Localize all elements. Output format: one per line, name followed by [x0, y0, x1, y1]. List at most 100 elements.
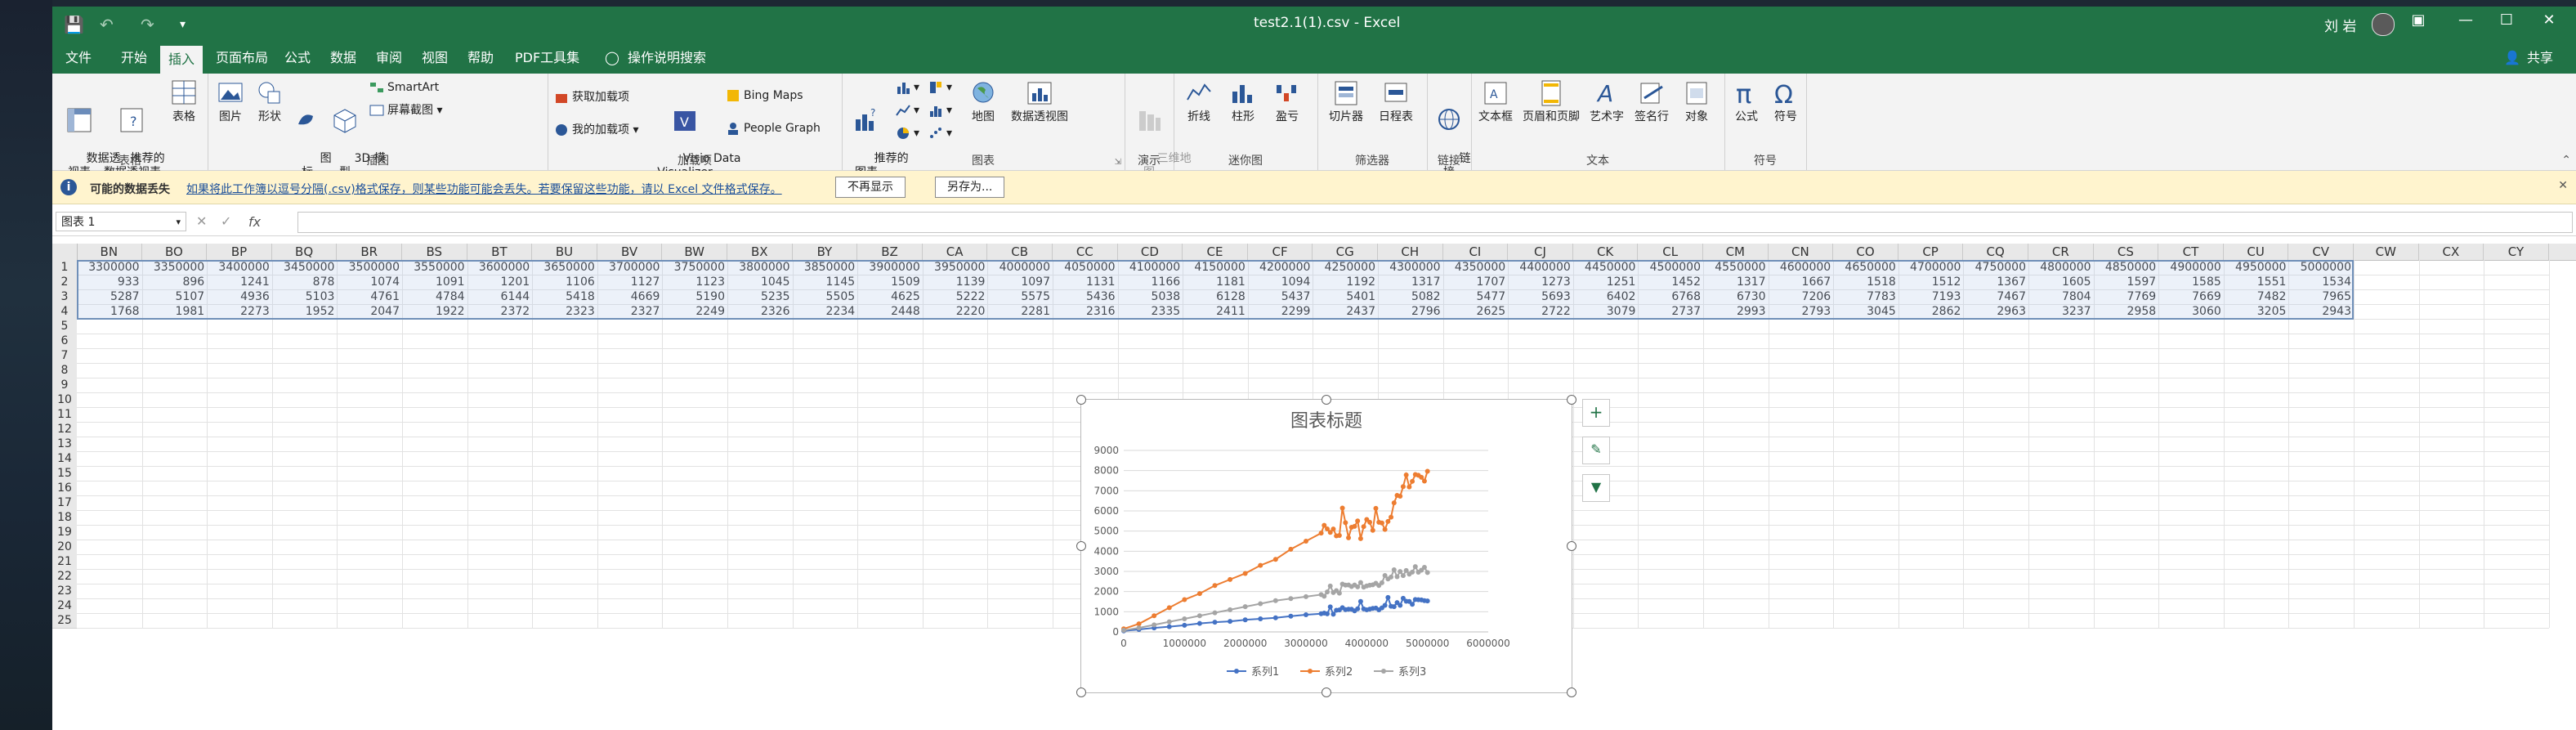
wordart-button[interactable]: A 艺术字 — [1585, 78, 1628, 124]
row-header[interactable]: 24 — [52, 598, 77, 614]
resize-handle-top-right[interactable] — [1567, 395, 1576, 405]
charts-dialog-launcher-icon[interactable]: ⇲ — [1115, 158, 1121, 167]
column-header[interactable]: CV — [2288, 244, 2354, 260]
chart-elements-plus-icon[interactable]: + — [1582, 399, 1610, 427]
save-icon[interactable]: 💾 — [64, 15, 84, 34]
tab-view[interactable]: 视图 — [414, 43, 456, 74]
column-header[interactable]: CC — [1053, 244, 1118, 260]
tab-file[interactable]: 文件 — [57, 43, 100, 74]
maps-button[interactable]: 地图 — [963, 78, 1004, 124]
get-addins-button[interactable]: 获取加载项 — [554, 88, 629, 105]
column-header[interactable]: CY — [2484, 244, 2549, 260]
column-header[interactable]: CB — [987, 244, 1053, 260]
column-header[interactable]: BY — [793, 244, 858, 260]
tab-home[interactable]: 开始 — [113, 43, 155, 74]
column-header[interactable]: CN — [1769, 244, 1834, 260]
row-header[interactable]: 25 — [52, 613, 77, 629]
row-header[interactable]: 11 — [52, 407, 77, 423]
cancel-entry-icon[interactable]: ✕ — [196, 213, 207, 229]
symbol-button[interactable]: Ω 符号 — [1767, 78, 1805, 124]
screenshot-button[interactable]: 屏幕截图 ▾ — [369, 101, 442, 118]
column-header[interactable]: CU — [2224, 244, 2289, 260]
row-header[interactable]: 1 — [52, 260, 77, 275]
collapse-ribbon-icon[interactable]: ⌃ — [2561, 154, 2571, 167]
row-header[interactable]: 4 — [52, 304, 77, 320]
column-chart-dropdown[interactable]: ▾ — [896, 80, 919, 95]
column-header[interactable]: CS — [2094, 244, 2159, 260]
column-header[interactable]: CR — [2028, 244, 2094, 260]
row-header[interactable]: 8 — [52, 363, 77, 378]
column-header[interactable]: CA — [923, 244, 988, 260]
sparkline-line-button[interactable]: 折线 — [1178, 78, 1219, 124]
tab-formulas[interactable]: 公式 — [276, 43, 319, 74]
redo-icon[interactable]: ↷ — [141, 15, 154, 34]
pivot-chart-button[interactable]: 数据透视图 — [1005, 78, 1074, 124]
tab-page-layout[interactable]: 页面布局 — [208, 43, 276, 74]
row-header[interactable]: 3 — [52, 289, 77, 305]
column-header[interactable]: CD — [1118, 244, 1183, 260]
maximize-icon[interactable]: ☐ — [2494, 11, 2519, 29]
chart-title[interactable]: 图表标题 — [1290, 411, 1362, 432]
minimize-icon[interactable]: — — [2453, 11, 2478, 29]
scatter-chart-dropdown[interactable]: ▾ — [928, 126, 952, 141]
tab-insert[interactable]: 插入 — [160, 46, 203, 74]
resize-handle-top[interactable] — [1322, 395, 1331, 405]
insert-function-icon[interactable]: fx — [248, 214, 261, 230]
customize-qat-icon[interactable]: ▾ — [180, 18, 186, 31]
row-header[interactable]: 5 — [52, 319, 77, 334]
resize-handle-bottom[interactable] — [1322, 687, 1331, 697]
row-header[interactable]: 17 — [52, 495, 77, 511]
formula-input[interactable] — [297, 212, 2573, 233]
undo-icon[interactable]: ↶ — [100, 15, 114, 34]
row-header[interactable]: 15 — [52, 466, 77, 481]
column-header[interactable]: BQ — [272, 244, 338, 260]
stat-chart-dropdown[interactable]: ▾ — [928, 103, 952, 118]
column-header[interactable]: BW — [662, 244, 727, 260]
row-header[interactable]: 23 — [52, 584, 77, 599]
column-header[interactable]: CQ — [1963, 244, 2028, 260]
tab-help[interactable]: 帮助 — [459, 43, 502, 74]
row-header[interactable]: 9 — [52, 378, 77, 393]
smartart-button[interactable]: SmartArt — [369, 80, 439, 95]
bar-chart-dropdown[interactable]: ▾ — [928, 80, 952, 95]
table-button[interactable]: 表格 — [165, 78, 203, 124]
sparkline-winloss-button[interactable]: 盈亏 — [1267, 78, 1308, 124]
warning-message-link[interactable]: 如果将此工作簿以逗号分隔(.csv)格式保存，则某些功能可能会丢失。若要保留这些… — [186, 181, 782, 197]
tab-pdf-tools[interactable]: PDF工具集 — [507, 43, 588, 74]
sparkline-column-button[interactable]: 柱形 — [1223, 78, 1263, 124]
row-header[interactable]: 2 — [52, 275, 77, 290]
object-button[interactable]: 对象 — [1675, 78, 1718, 124]
signature-line-button[interactable]: 签名行 — [1630, 78, 1674, 124]
name-box-dropdown-icon[interactable]: ▾ — [176, 213, 181, 232]
column-header[interactable]: BX — [727, 244, 793, 260]
name-box[interactable]: 图表 1 ▾ — [56, 212, 186, 231]
column-header[interactable]: CT — [2158, 244, 2224, 260]
tab-review[interactable]: 审阅 — [368, 43, 410, 74]
column-header[interactable]: BZ — [857, 244, 923, 260]
bing-maps-button[interactable]: Bing Maps — [726, 88, 803, 103]
textbox-button[interactable]: A 文本框 — [1473, 78, 1518, 124]
shapes-button[interactable]: 形状 — [252, 78, 288, 124]
column-header[interactable]: CW — [2354, 244, 2419, 260]
row-header[interactable]: 19 — [52, 525, 77, 540]
my-addins-button[interactable]: 我的加载项 ▾ — [554, 121, 638, 137]
row-header[interactable]: 14 — [52, 451, 77, 467]
column-header[interactable]: BR — [337, 244, 402, 260]
tab-data[interactable]: 数据 — [322, 43, 364, 74]
enter-entry-icon[interactable]: ✓ — [221, 213, 231, 229]
row-header[interactable]: 21 — [52, 554, 77, 570]
chart-filter-icon[interactable]: ▼ — [1582, 474, 1610, 502]
resize-handle-bottom-left[interactable] — [1076, 687, 1086, 697]
close-warning-icon[interactable]: ✕ — [2558, 179, 2568, 192]
column-header[interactable]: CE — [1183, 244, 1248, 260]
share-button[interactable]: 共享 — [2519, 43, 2561, 74]
resize-handle-top-left[interactable] — [1076, 395, 1086, 405]
row-header[interactable]: 13 — [52, 437, 77, 452]
column-header[interactable]: BU — [532, 244, 597, 260]
picture-button[interactable]: 图片 — [212, 78, 248, 124]
resize-handle-bottom-right[interactable] — [1567, 687, 1576, 697]
tell-me-search[interactable]: 操作说明搜索 — [619, 43, 714, 74]
pie-chart-dropdown[interactable]: ▾ — [896, 126, 919, 141]
column-header[interactable]: CO — [1833, 244, 1898, 260]
column-header[interactable]: BT — [467, 244, 533, 260]
